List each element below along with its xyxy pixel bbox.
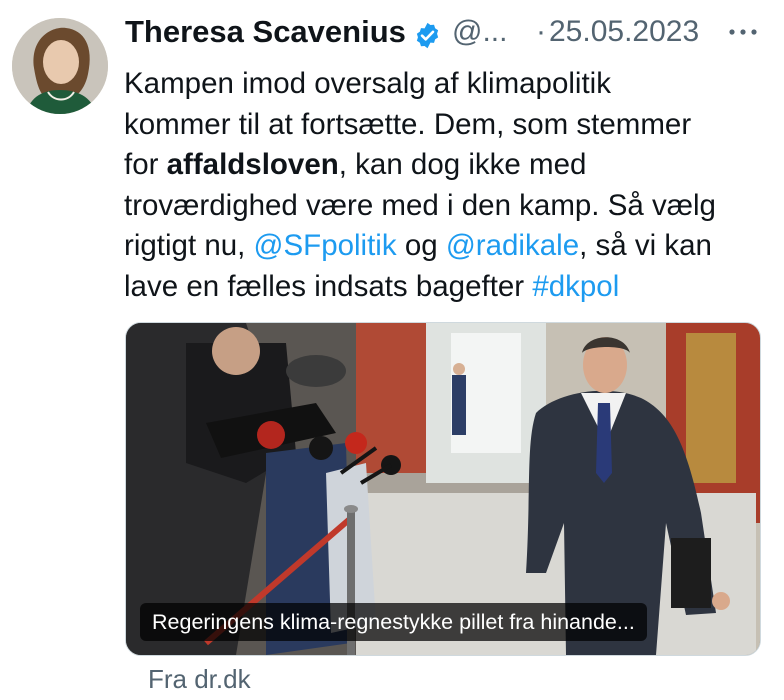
- text-segment: Kampen imod oversalg af klimapolitik: [124, 67, 611, 100]
- text-segment: lave en fælles indsats bagefter: [124, 269, 533, 303]
- link-source[interactable]: Fra dr.dk: [148, 664, 251, 695]
- link-card-image[interactable]: Regeringens klima-regnestykke pillet fra…: [125, 322, 761, 656]
- text-segment: og: [396, 229, 446, 262]
- tweet-text-line: Kampen imod oversalg af klimapolitik: [124, 64, 764, 105]
- tweet-text-line: troværdighed være med i den kamp. Så væl…: [124, 186, 764, 227]
- author-handle[interactable]: @...: [452, 15, 507, 49]
- text-segment: troværdighed være med i den kamp. Så væl…: [124, 188, 716, 222]
- emphasized-text: affaldsloven: [166, 148, 339, 181]
- text-segment: , kan dog ikke med: [338, 148, 587, 181]
- text-segment: kommer til at fortsætte. Dem, som stemme…: [124, 107, 692, 141]
- tweet-date[interactable]: 25.05.2023: [549, 15, 699, 49]
- mention-link[interactable]: @radikale: [446, 229, 579, 262]
- avatar-image: [12, 18, 108, 114]
- media-caption: Regeringens klima-regnestykke pillet fra…: [140, 603, 647, 641]
- separator-dot: ·: [536, 15, 546, 48]
- tweet-text-line: kommer til at fortsætte. Dem, som stemme…: [124, 105, 764, 146]
- text-segment: , så vi kan: [579, 229, 712, 262]
- avatar[interactable]: [12, 18, 108, 114]
- tweet-text-line: lave en fælles indsats bagefter #dkpol: [124, 267, 764, 308]
- mention-link[interactable]: @SFpolitik: [254, 229, 397, 262]
- text-segment: rigtigt nu,: [124, 229, 254, 262]
- author-name[interactable]: Theresa Scavenius: [125, 14, 406, 50]
- text-segment: for: [124, 148, 167, 181]
- tweet-text-line: rigtigt nu, @SFpolitik og @radikale, så …: [124, 226, 764, 267]
- more-options-icon[interactable]: [723, 12, 763, 52]
- tweet-header: Theresa Scavenius @... · 25.05.2023: [125, 12, 765, 56]
- verified-badge-icon: [413, 21, 442, 50]
- tweet-text: Kampen imod oversalg af klimapolitik komm…: [124, 64, 764, 307]
- tweet-text-line: for affaldsloven, kan dog ikke med: [124, 145, 764, 186]
- hashtag-link[interactable]: #dkpol: [532, 270, 619, 303]
